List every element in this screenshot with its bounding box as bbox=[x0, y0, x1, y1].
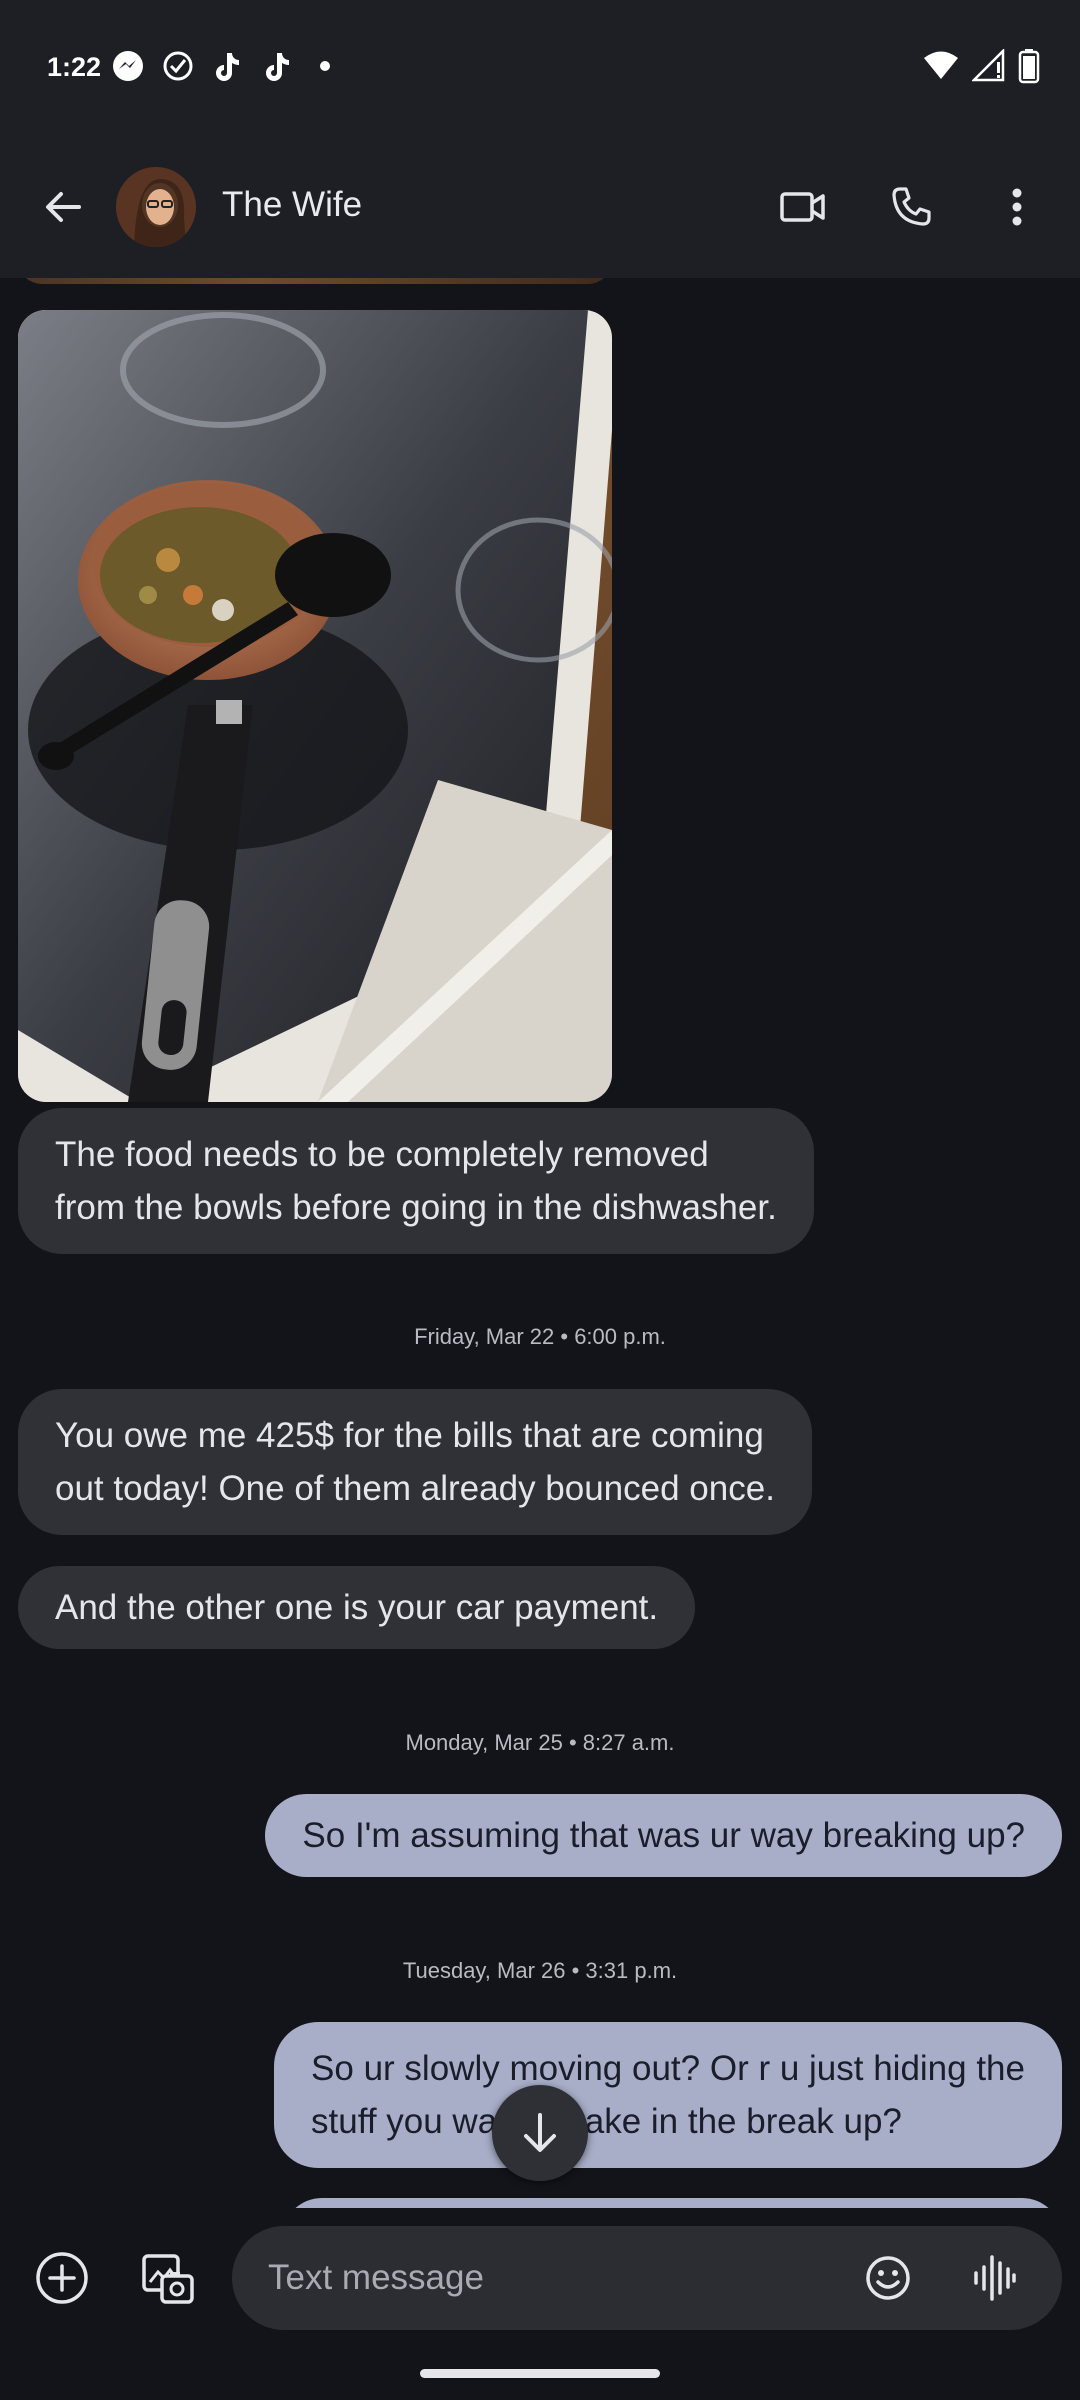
wifi-icon bbox=[924, 51, 958, 79]
tiktok-icon bbox=[266, 53, 289, 81]
stove-pot-photo bbox=[18, 310, 612, 1102]
notification-icons bbox=[110, 48, 330, 84]
phone-call-button[interactable] bbox=[878, 174, 944, 240]
voice-message-button[interactable] bbox=[958, 2242, 1030, 2314]
add-circle-icon bbox=[36, 2252, 88, 2304]
outgoing-message-bubble-partial[interactable] bbox=[282, 2198, 1062, 2208]
back-button[interactable] bbox=[30, 174, 96, 240]
avatar-photo bbox=[116, 167, 196, 247]
message-line: out today! One of them already bounced o… bbox=[55, 1469, 775, 1508]
phone-icon bbox=[892, 187, 931, 226]
contact-name[interactable]: The Wife bbox=[222, 185, 362, 225]
date-separator: Friday, Mar 22 • 6:00 p.m. bbox=[414, 1324, 666, 1349]
messenger-icon bbox=[113, 51, 143, 81]
contact-avatar[interactable] bbox=[116, 167, 196, 247]
image-message[interactable] bbox=[18, 310, 612, 1102]
arrow-back-icon bbox=[46, 192, 81, 222]
incoming-message-bubble[interactable]: You owe me 425$ for the bills that are c… bbox=[18, 1389, 812, 1535]
incoming-message-bubble[interactable]: And the other one is your car payment. bbox=[18, 1566, 696, 1649]
message-line: from the bowls before going in the dishw… bbox=[55, 1188, 777, 1227]
arrow-down-icon bbox=[524, 2113, 556, 2152]
messages-screen: 1:22 The Wife The food needs to be compl… bbox=[0, 0, 1080, 2400]
status-time: 1:22 bbox=[47, 52, 102, 82]
message-line: You owe me 425$ for the bills that are c… bbox=[55, 1416, 764, 1455]
message-input[interactable] bbox=[268, 2248, 828, 2308]
photo-gallery-icon bbox=[142, 2254, 194, 2304]
more-options-button[interactable] bbox=[984, 174, 1050, 240]
message-line: stuff you want to take in the break up? bbox=[311, 2102, 902, 2141]
task-check-icon bbox=[163, 51, 193, 81]
previous-image-edge[interactable] bbox=[18, 278, 612, 284]
system-icons bbox=[922, 48, 1040, 84]
home-indicator[interactable] bbox=[420, 2369, 660, 2378]
message-line: So I'm assuming that was ur way breaking… bbox=[302, 1816, 1025, 1855]
message-text-field[interactable] bbox=[232, 2226, 1062, 2330]
incoming-message-bubble[interactable]: The food needs to be completely removed … bbox=[18, 1108, 814, 1254]
conversation-header: The Wife bbox=[0, 140, 1080, 278]
status-bar: 1:22 bbox=[0, 0, 1080, 140]
signal-icon bbox=[972, 49, 1005, 82]
emoji-button[interactable] bbox=[852, 2242, 924, 2314]
outgoing-message-bubble[interactable]: So ur slowly moving out? Or r u just hid… bbox=[274, 2022, 1062, 2168]
add-attachment-button[interactable] bbox=[26, 2242, 98, 2314]
date-separator: Tuesday, Mar 26 • 3:31 p.m. bbox=[402, 1958, 678, 1983]
message-line: The food needs to be completely removed bbox=[55, 1135, 709, 1174]
scroll-to-bottom-button[interactable] bbox=[492, 2085, 588, 2181]
more-vert-icon bbox=[1012, 188, 1022, 226]
voice-waveform-icon bbox=[974, 2255, 1016, 2301]
gallery-button[interactable] bbox=[132, 2242, 204, 2314]
notification-dot bbox=[320, 61, 330, 71]
video-camera-icon bbox=[780, 192, 825, 222]
battery-icon bbox=[1018, 49, 1040, 84]
message-line: And the other one is your car payment. bbox=[55, 1588, 659, 1627]
tiktok-icon bbox=[216, 53, 239, 81]
emoji-icon bbox=[866, 2256, 910, 2300]
message-line: So ur slowly moving out? Or r u just hid… bbox=[311, 2049, 1025, 2088]
outgoing-message-bubble[interactable]: So I'm assuming that was ur way breaking… bbox=[265, 1794, 1062, 1877]
message-list[interactable]: The food needs to be completely removed … bbox=[0, 278, 1080, 2208]
video-call-button[interactable] bbox=[770, 174, 836, 240]
date-separator: Monday, Mar 25 • 8:27 a.m. bbox=[405, 1730, 675, 1755]
